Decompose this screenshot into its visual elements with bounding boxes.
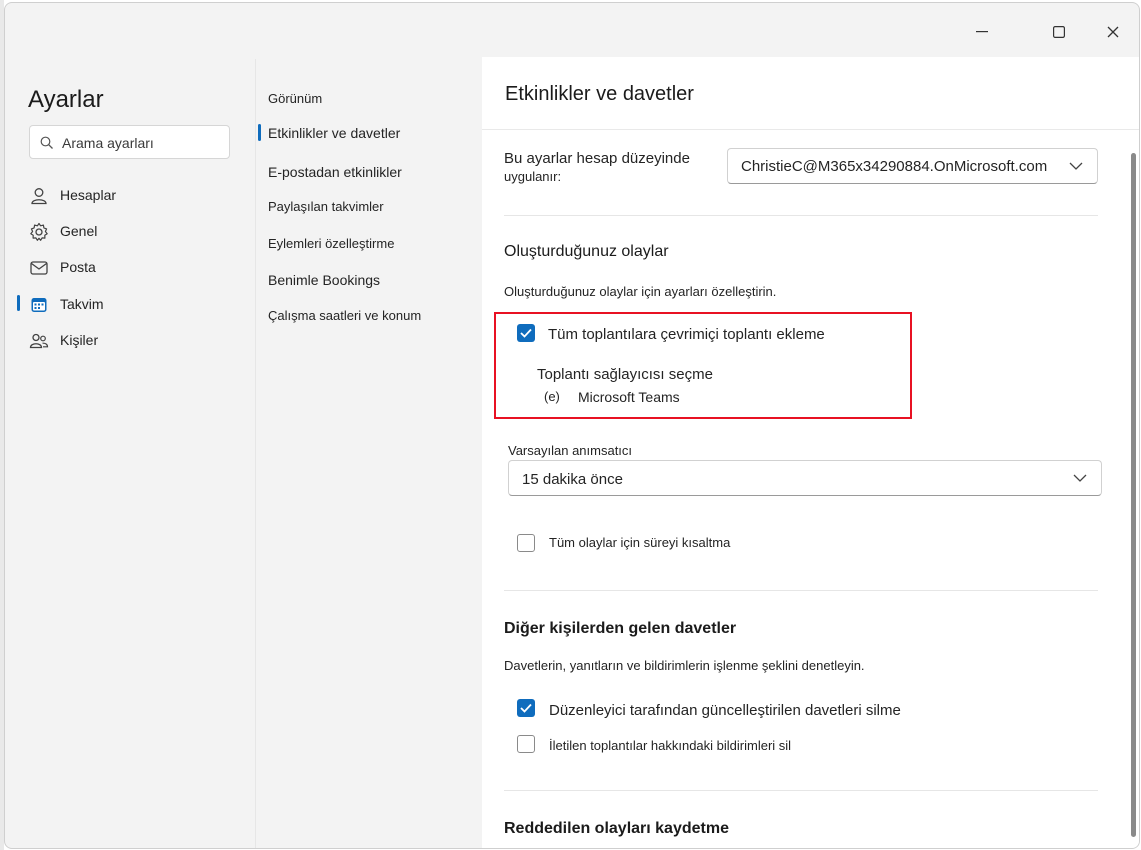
reminder-value-number: 15 xyxy=(522,471,539,488)
subnav-item-label: E-postadan etkinlikler xyxy=(268,164,402,180)
maximize-button[interactable] xyxy=(1039,17,1079,47)
search-placeholder: Arama ayarları xyxy=(62,135,154,151)
sidebar-item-label: Posta xyxy=(60,259,96,275)
people-icon xyxy=(29,333,49,349)
shorten-duration-label: Tüm olaylar için süreyi kısaltma xyxy=(549,535,731,550)
gear-icon xyxy=(30,222,48,241)
sidebar-item-label: Hesaplar xyxy=(60,187,117,203)
sidebar-item-hesaplar[interactable]: Hesaplar xyxy=(17,178,247,212)
delete-updated-invites-checkbox[interactable] xyxy=(517,699,535,717)
maximize-icon xyxy=(1053,26,1065,38)
subnav-item-label: Çalışma saatleri ve konum xyxy=(268,308,422,323)
sidebar-item-posta[interactable]: Posta xyxy=(17,250,247,284)
subnav-item-label: Eylemleri özelleştirme xyxy=(268,236,395,251)
sidebar-item-kisiler[interactable]: Kişiler xyxy=(17,323,247,357)
title-bar xyxy=(5,3,1139,59)
account-scope-label: Bu ayarlar hesap düzeyinde uygulanır: xyxy=(504,150,690,186)
default-reminder-dropdown[interactable]: 15 dakika önce xyxy=(508,460,1102,496)
sidebar-item-label: Kişiler xyxy=(60,332,99,348)
chevron-down-icon xyxy=(1073,474,1087,482)
subnav-item-label: Görünüm xyxy=(268,91,323,106)
chevron-down-icon xyxy=(1069,162,1083,170)
selected-indicator xyxy=(17,295,20,311)
created-events-description: Oluşturduğunuz olaylar için ayarları öze… xyxy=(504,284,777,299)
reminder-value-unit: dakika önce xyxy=(542,471,623,488)
mail-icon xyxy=(30,261,48,275)
header-divider xyxy=(482,129,1139,130)
minimize-button[interactable] xyxy=(962,17,1002,47)
settings-sidebar: Ayarlar Arama ayarları Hesaplar Genel Po… xyxy=(5,59,255,848)
invitations-heading: Diğer kişilerden gelen davetler xyxy=(504,620,737,637)
section-divider xyxy=(504,790,1098,791)
subnav-item-label: Etkinlikler ve davetler xyxy=(268,125,401,141)
delete-forwarded-notifications-checkbox[interactable] xyxy=(517,735,535,753)
provider-option-label[interactable]: Microsoft Teams xyxy=(578,389,680,405)
subnav-item-calisma-saatleri[interactable]: Çalışma saatleri ve konum xyxy=(268,301,473,331)
selected-indicator xyxy=(258,124,261,141)
calendar-subnav: Görünüm Etkinlikler ve davetler E-postad… xyxy=(255,59,482,848)
settings-content-panel: Etkinlikler ve davetler Bu ayarlar hesap… xyxy=(482,57,1139,848)
delete-updated-invites-label: Düzenleyici tarafından güncelleştirilen … xyxy=(549,702,901,719)
default-reminder-label: Varsayılan anımsatıcı xyxy=(508,443,633,458)
settings-title: Ayarlar xyxy=(28,86,104,113)
meeting-provider-heading: Toplantı sağlayıcısı seçme xyxy=(537,366,713,383)
section-divider xyxy=(504,590,1098,591)
subnav-item-gorunum[interactable]: Görünüm xyxy=(268,84,473,114)
person-icon xyxy=(31,188,47,205)
subnav-item-etkinlikler-ve-davetler[interactable]: Etkinlikler ve davetler xyxy=(258,118,473,148)
page-title: Etkinlikler ve davetler xyxy=(505,83,694,105)
reminder-dropdown-value: 15 dakika önce xyxy=(522,471,623,488)
subnav-item-label: Benimle Bookings xyxy=(268,272,381,288)
subnav-item-eylemleri-ozellestirme[interactable]: Eylemleri özelleştirme xyxy=(268,229,473,259)
sidebar-item-label: Genel xyxy=(60,223,98,239)
settings-window: Ayarlar Arama ayarları Hesaplar Genel Po… xyxy=(4,2,1140,849)
shorten-duration-checkbox[interactable] xyxy=(517,534,535,552)
account-dropdown-value: ChristieC@M365x34290884.OnMicrosoft.com xyxy=(741,158,1048,175)
scrollbar-thumb[interactable] xyxy=(1131,153,1136,837)
minimize-icon xyxy=(976,31,988,33)
account-scope-label-line1: Bu ayarlar hesap düzeyinde xyxy=(504,150,690,167)
section-divider xyxy=(504,215,1098,216)
subnav-item-label: Paylaşılan takvimler xyxy=(268,199,384,214)
account-dropdown[interactable]: ChristieC@M365x34290884.OnMicrosoft.com xyxy=(727,148,1098,184)
online-meeting-label: Tüm toplantılara çevrimiçi toplantı ekle… xyxy=(548,326,825,343)
close-button[interactable] xyxy=(1093,17,1133,47)
provider-option-marker[interactable]: (e) xyxy=(544,389,560,404)
sidebar-item-takvim[interactable]: Takvim xyxy=(17,287,247,321)
subnav-item-e-postadan-etkinlikler[interactable]: E-postadan etkinlikler xyxy=(268,157,473,187)
invitations-description: Davetlerin, yanıtların ve bildirimlerin … xyxy=(504,658,865,673)
close-icon xyxy=(1107,26,1119,38)
checkmark-icon xyxy=(520,328,532,338)
online-meeting-checkbox[interactable] xyxy=(517,324,535,342)
created-events-heading: Oluşturduğunuz olaylar xyxy=(504,243,669,260)
subnav-item-benimle-bookings[interactable]: Benimle Bookings xyxy=(268,265,473,295)
delete-forwarded-notifications-label: İletilen toplantılar hakkındaki bildirim… xyxy=(549,738,792,753)
sidebar-item-genel[interactable]: Genel xyxy=(17,214,247,248)
declined-events-heading: Reddedilen olayları kaydetme xyxy=(504,820,729,837)
subnav-item-paylasilan-takvimler[interactable]: Paylaşılan takvimler xyxy=(268,192,473,222)
account-scope-label-line2: uygulanır: xyxy=(504,169,562,184)
settings-search-input[interactable]: Arama ayarları xyxy=(29,125,230,159)
sidebar-item-label: Takvim xyxy=(60,296,104,312)
calendar-icon xyxy=(31,298,47,312)
search-icon xyxy=(40,136,53,149)
checkmark-icon xyxy=(520,703,532,713)
